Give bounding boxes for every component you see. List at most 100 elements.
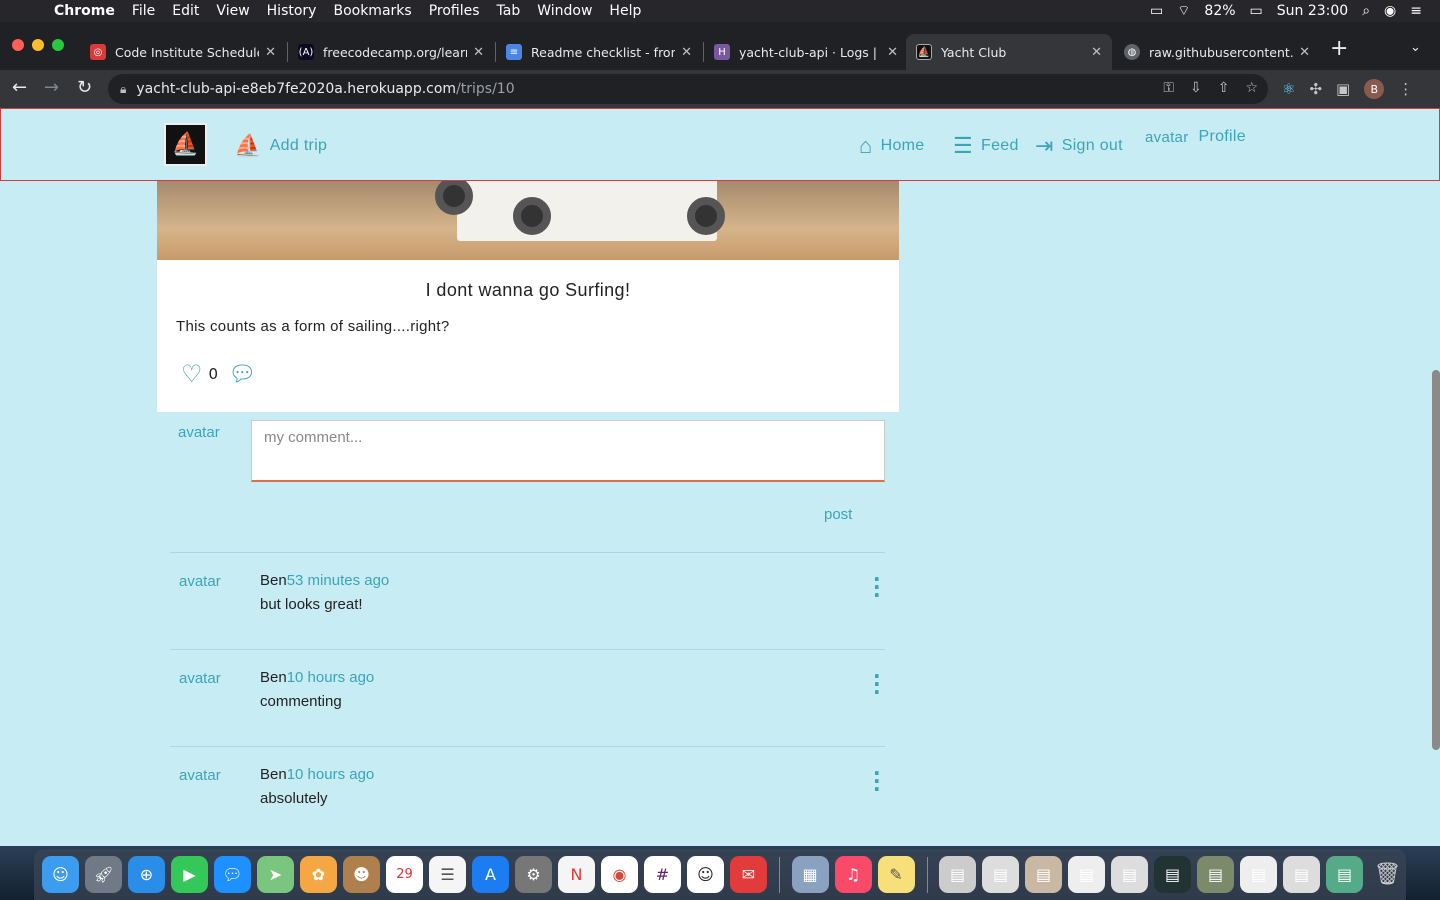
forward-arrow-icon[interactable]: → (44, 77, 59, 98)
menu-window[interactable]: Window (537, 3, 592, 19)
tab-raw-github[interactable]: ◍ raw.githubusercontent.c ✕ (1114, 34, 1320, 70)
preview-icon[interactable]: ▦ (791, 856, 829, 893)
calendar-icon[interactable]: 29 (386, 856, 423, 893)
music-icon[interactable]: ♫ (834, 856, 872, 893)
back-arrow-icon[interactable]: ← (12, 77, 27, 98)
minimized-window-icon[interactable]: ▤ (1154, 856, 1191, 893)
contacts-icon[interactable]: ☻ (343, 856, 380, 893)
menu-history[interactable]: History (267, 3, 317, 19)
tab-search-chevron-icon[interactable]: ⌄ (1410, 40, 1421, 55)
minimized-window-icon[interactable]: ▤ (1197, 856, 1234, 893)
wifi-icon[interactable]: ⌔ (1177, 2, 1190, 20)
menu-app-name[interactable]: Chrome (54, 3, 115, 19)
address-bar[interactable]: 🔒︎ yacht-club-api-e8eb7fe2020a.herokuapp… (108, 74, 1268, 104)
site-logo[interactable]: ⛵ (164, 123, 207, 166)
share-icon[interactable]: ⇧ (1218, 80, 1230, 96)
reminders-icon[interactable]: ☰ (429, 856, 466, 893)
spotlight-icon[interactable]: ⌕ (1362, 3, 1370, 19)
nav-add-trip[interactable]: ⛵ Add trip (234, 133, 327, 159)
menu-view[interactable]: View (216, 3, 249, 19)
more-options-icon[interactable]: · · · (873, 569, 881, 605)
extensions-puzzle-icon[interactable]: ✣ (1309, 80, 1322, 98)
comment-textarea[interactable]: my comment... (251, 420, 885, 482)
messages-icon[interactable]: 💬︎ (214, 856, 251, 893)
react-devtools-icon[interactable]: ⚛ (1282, 80, 1295, 98)
post-comment-button[interactable]: post (824, 506, 852, 523)
comment-avatar[interactable]: avatar (179, 670, 221, 687)
close-tab-icon[interactable]: ✕ (1091, 45, 1102, 60)
more-options-icon[interactable]: · · · (873, 763, 881, 799)
nav-profile[interactable]: avatar Profile (1145, 128, 1246, 146)
comment-owner[interactable]: Ben (260, 766, 287, 783)
clock[interactable]: Sun 23:00 (1277, 3, 1348, 19)
mail-icon[interactable]: ✉ (730, 856, 767, 893)
menu-edit[interactable]: Edit (172, 3, 199, 19)
minimized-window-icon[interactable]: ▤ (1240, 856, 1277, 893)
nav-feed[interactable]: ☰ Feed (953, 133, 1019, 159)
comment-owner[interactable]: Ben (260, 669, 287, 686)
comment-owner[interactable]: Ben (260, 572, 287, 589)
heart-icon[interactable]: ♡ (181, 360, 203, 388)
notes-icon[interactable]: ✎ (877, 856, 915, 893)
close-tab-icon[interactable]: ✕ (1299, 45, 1310, 60)
key-icon[interactable]: ⚿ (1163, 80, 1174, 96)
tab-heroku-logs[interactable]: H yacht-club-api · Logs | H ✕ (704, 34, 908, 70)
menu-bookmarks[interactable]: Bookmarks (333, 3, 411, 19)
minimized-window-icon[interactable]: ▤ (1111, 856, 1148, 893)
control-center-icon[interactable]: ≡ (1410, 3, 1422, 19)
minimized-window-icon[interactable]: ▤ (1068, 856, 1105, 893)
chrome-menu-icon[interactable]: ⋮ (1398, 80, 1413, 98)
menu-tab[interactable]: Tab (497, 3, 521, 19)
comment-avatar[interactable]: avatar (179, 767, 221, 784)
close-window-button[interactable] (12, 39, 24, 51)
minimize-window-button[interactable] (32, 39, 44, 51)
tab-freecodecamp[interactable]: (A) freecodecamp.org/learn/ ✕ (288, 34, 494, 70)
profile-avatar[interactable]: B (1364, 79, 1385, 99)
launchpad-icon[interactable]: 🚀︎ (85, 856, 122, 893)
news-icon[interactable]: N (558, 856, 595, 893)
minimized-window-icon[interactable]: ▤ (1025, 856, 1062, 893)
new-tab-plus-icon[interactable]: + (1330, 36, 1348, 61)
nav-home[interactable]: ⌂ Home (859, 133, 924, 159)
menu-file[interactable]: File (132, 3, 155, 19)
finder-icon[interactable]: ☺ (42, 856, 79, 893)
close-tab-icon[interactable]: ✕ (887, 45, 898, 60)
close-tab-icon[interactable]: ✕ (473, 45, 484, 60)
comments-icon[interactable]: 💬︎ (228, 362, 256, 387)
airplay-icon[interactable]: ▭ (1150, 3, 1163, 19)
battery-percent[interactable]: 82% (1204, 3, 1235, 19)
close-tab-icon[interactable]: ✕ (681, 45, 692, 60)
app-store-icon[interactable]: A (472, 856, 509, 893)
tab-code-institute[interactable]: ◎ Code Institute Schedule ✕ (80, 34, 286, 70)
facetime-icon[interactable]: ▶ (171, 856, 208, 893)
chrome-icon[interactable]: ◉ (601, 856, 638, 893)
more-options-icon[interactable]: · · · (873, 666, 881, 702)
minimized-window-icon[interactable]: ▤ (1283, 856, 1320, 893)
tab-readme-checklist[interactable]: ≡ Readme checklist - front ✕ (496, 34, 702, 70)
siri-icon[interactable]: ◉ (1384, 3, 1396, 19)
minimized-window-icon[interactable]: ▤ (939, 856, 976, 893)
safari-icon[interactable]: ⊕ (128, 856, 165, 893)
bookmark-star-icon[interactable]: ☆ (1245, 80, 1258, 96)
lock-icon[interactable]: 🔒︎ (120, 82, 126, 97)
system-preferences-icon[interactable]: ⚙ (515, 856, 552, 893)
minimized-window-icon[interactable]: ▤ (982, 856, 1019, 893)
side-panel-icon[interactable]: ▣ (1336, 80, 1350, 98)
emoji-app-icon[interactable]: ☺ (687, 856, 724, 893)
tab-yacht-club[interactable]: ⛵ Yacht Club ✕ (906, 34, 1112, 70)
battery-icon[interactable]: ▭ (1250, 3, 1263, 19)
reload-icon[interactable]: ↻ (77, 77, 92, 98)
trash-icon[interactable]: 🗑︎ (1369, 856, 1406, 893)
nav-sign-out[interactable]: ⇥ Sign out (1035, 133, 1123, 159)
minimized-window-icon[interactable]: ▤ (1326, 856, 1363, 893)
maps-icon[interactable]: ➤ (257, 856, 294, 893)
menu-help[interactable]: Help (609, 3, 641, 19)
slack-icon[interactable]: # (644, 856, 681, 893)
close-tab-icon[interactable]: ✕ (265, 45, 276, 60)
page-scrollbar[interactable] (1432, 370, 1440, 750)
install-app-icon[interactable]: ⇩ (1190, 80, 1202, 96)
zoom-window-button[interactable] (52, 39, 64, 51)
comment-avatar[interactable]: avatar (179, 573, 221, 590)
photos-icon[interactable]: ✿ (300, 856, 337, 893)
menu-profiles[interactable]: Profiles (429, 3, 480, 19)
